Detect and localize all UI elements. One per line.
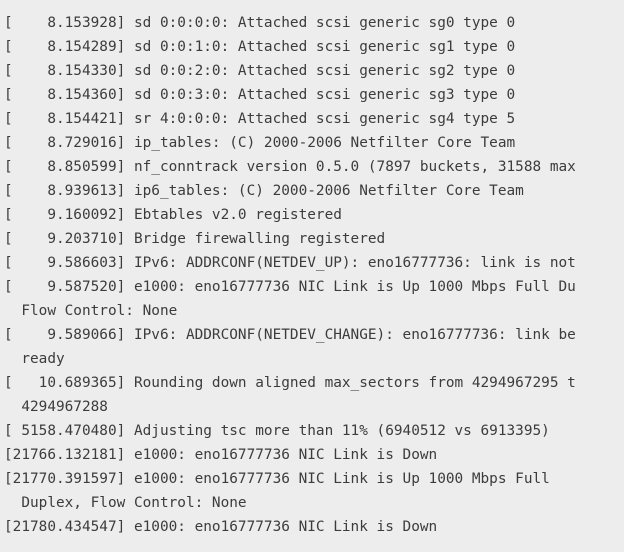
log-line: [ 9.160092] Ebtables v2.0 registered <box>4 207 342 223</box>
log-line: [ 8.153928] sd 0:0:0:0: Attached scsi ge… <box>4 15 516 31</box>
log-line: [21770.391597] e1000: eno16777736 NIC Li… <box>4 471 550 487</box>
log-line: [ 9.587520] e1000: eno16777736 NIC Link … <box>4 279 576 295</box>
log-line: [ 9.203710] Bridge firewalling registere… <box>4 231 386 247</box>
log-line: [ 8.154330] sd 0:0:2:0: Attached scsi ge… <box>4 63 516 79</box>
log-line: [ 9.586603] IPv6: ADDRCONF(NETDEV_UP): e… <box>4 255 576 271</box>
log-line: [ 8.154360] sd 0:0:3:0: Attached scsi ge… <box>4 87 516 103</box>
log-line: [ 8.939613] ip6_tables: (C) 2000-2006 Ne… <box>4 183 524 199</box>
log-line-continuation: 4294967288 <box>4 399 108 415</box>
log-line: [ 9.589066] IPv6: ADDRCONF(NETDEV_CHANGE… <box>4 327 576 343</box>
log-line: [ 8.154421] sr 4:0:0:0: Attached scsi ge… <box>4 111 516 127</box>
log-line: [ 10.689365] Rounding down aligned max_s… <box>4 375 576 391</box>
log-line: [ 5158.470480] Adjusting tsc more than 1… <box>4 423 550 439</box>
log-line-continuation: Duplex, Flow Control: None <box>4 495 247 511</box>
log-line: [21766.132181] e1000: eno16777736 NIC Li… <box>4 447 438 463</box>
log-line-continuation: ready <box>4 351 65 367</box>
terminal-output: [ 8.153928] sd 0:0:0:0: Attached scsi ge… <box>0 0 624 552</box>
log-line-continuation: Flow Control: None <box>4 303 178 319</box>
log-line: [ 8.850599] nf_conntrack version 0.5.0 (… <box>4 159 576 175</box>
log-line: [ 8.729016] ip_tables: (C) 2000-2006 Net… <box>4 135 516 151</box>
log-line: [ 8.154289] sd 0:0:1:0: Attached scsi ge… <box>4 39 516 55</box>
log-line: [21780.434547] e1000: eno16777736 NIC Li… <box>4 519 438 535</box>
